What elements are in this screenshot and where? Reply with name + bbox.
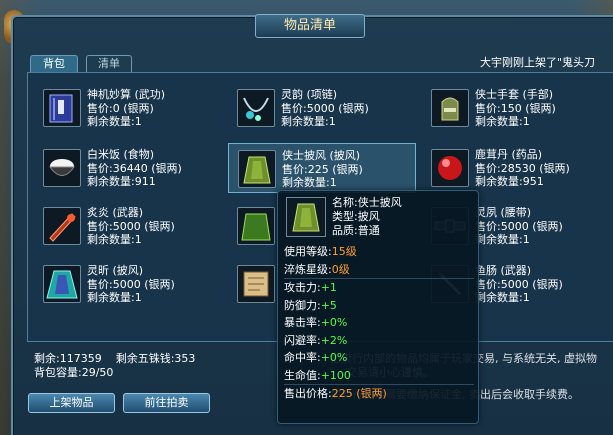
item-name: 炙炎 (武器) — [87, 206, 144, 219]
weapon-icon — [43, 207, 81, 245]
cape-icon — [286, 197, 326, 237]
item-slot[interactable]: 灵韵 (项链) 售价:5000 (银两) 剩余数量:1 — [228, 83, 416, 133]
tooltip-quality: 品质:普通 — [332, 224, 380, 237]
book-icon — [43, 89, 81, 127]
item-name: 白米饭 (食物) — [87, 148, 155, 161]
glove-icon — [431, 89, 469, 127]
backpack-capacity: 背包容量:29/50 — [34, 366, 114, 379]
pill-icon — [431, 149, 469, 187]
item-slot-selected[interactable]: 侠士披风 (披风) 售价:225 (银两) 剩余数量:1 — [228, 143, 416, 193]
item-price: 售价:5000 (银两) — [475, 277, 563, 291]
tooltip-attribute-row: 防御力:+5 — [284, 297, 474, 315]
item-price: 售价:5000 (银两) — [281, 101, 369, 115]
tooltip-attribute-row: 命中率:+0% — [284, 349, 474, 367]
tooltip-attribute-row: 淬炼星级:0级 — [284, 261, 474, 279]
item-qty: 剩余数量:911 — [87, 175, 156, 188]
attribute-value: +5 — [320, 298, 337, 312]
item-price: 售价:36440 (银两) — [87, 161, 182, 175]
remaining-silver: 剩余:117359 — [34, 352, 102, 365]
tooltip-attributes: 使用等级:15级 淬炼星级:0级 攻击力:+1 防御力:+5 暴击率:+0% 闪避率:+2… — [284, 243, 474, 403]
item-slot[interactable]: 炙炎 (武器) 售价:5000 (银两) 剩余数量:1 — [34, 201, 222, 251]
attribute-label: 淬炼星级: — [284, 262, 332, 276]
cloak-icon — [43, 265, 81, 303]
item-qty: 剩余数量:1 — [87, 233, 142, 246]
attribute-value: +0% — [320, 316, 348, 329]
attribute-label: 攻击力: — [284, 281, 321, 294]
attribute-value: +0% — [320, 351, 348, 364]
item-name: 灵夙 (腰带) — [475, 206, 532, 219]
green-cape-icon — [237, 207, 275, 245]
attribute-value: +2% — [320, 333, 348, 347]
item-qty: 剩余数量:1 — [281, 115, 336, 128]
rice-bowl-icon — [43, 149, 81, 187]
attribute-label: 防御力: — [284, 298, 321, 312]
remaining-coins: 剩余五铢钱:353 — [115, 352, 196, 365]
go-auction-button[interactable]: 前往拍卖 — [123, 393, 210, 413]
attribute-value: 15级 — [331, 245, 357, 258]
item-qty: 剩余数量:1 — [282, 176, 337, 189]
tab-backpack[interactable]: 背包 — [30, 55, 78, 72]
scroll-icon — [237, 265, 275, 303]
list-item-button[interactable]: 上架物品 — [28, 393, 115, 413]
item-qty: 剩余数量:1 — [87, 115, 142, 128]
currency-stats: 剩余:117359 剩余五铢钱:353 背包容量:29/50 — [34, 352, 195, 380]
item-price: 售价:5000 (银两) — [87, 277, 175, 291]
item-slot[interactable]: 神机妙算 (武功) 售价:0 (银两) 剩余数量:1 — [34, 83, 222, 133]
tooltip-attribute-row: 闪避率:+2% — [284, 332, 474, 350]
item-name: 侠士披风 (披风) — [282, 149, 361, 162]
item-qty: 剩余数量:951 — [475, 175, 544, 188]
item-name: 神机妙算 (武功) — [87, 88, 166, 101]
marquee-announcement: 大宇刚刚上架了"鬼头刀 — [480, 56, 596, 69]
attribute-label: 命中率: — [284, 351, 321, 364]
attribute-value: +1 — [320, 281, 337, 294]
item-price: 售价:28530 (银两) — [475, 161, 570, 175]
tooltip-attribute-row: 生命值:+100 — [284, 367, 474, 385]
tooltip-attribute-row: 攻击力:+1 — [284, 279, 474, 297]
attribute-label: 售出价格: — [284, 387, 332, 400]
item-qty: 剩余数量:1 — [475, 115, 530, 128]
attribute-value: 225 (银两) — [331, 387, 387, 400]
item-slot[interactable]: 白米饭 (食物) 售价:36440 (银两) 剩余数量:911 — [34, 143, 222, 193]
attribute-label: 暴击率: — [284, 316, 321, 329]
item-price: 售价:5000 (银两) — [87, 219, 175, 233]
item-slot[interactable]: 侠士手套 (手部) 售价:150 (银两) 剩余数量:1 — [422, 83, 610, 133]
cape-icon — [238, 150, 276, 188]
item-slot[interactable]: 灵昕 (披风) 售价:5000 (银两) 剩余数量:1 — [34, 259, 222, 309]
tooltip-type: 类型:披风 — [332, 210, 380, 223]
attribute-value: 0级 — [331, 262, 350, 276]
tooltip-name: 名称:侠士披风 — [332, 196, 402, 209]
item-name: 灵昕 (披风) — [87, 264, 144, 277]
attribute-label: 生命值: — [284, 368, 321, 382]
item-name: 鱼肠 (武器) — [475, 264, 532, 277]
item-price: 售价:150 (银两) — [475, 101, 556, 115]
tooltip-attribute-row: 使用等级:15级 — [284, 243, 474, 261]
tab-list[interactable]: 清单 — [86, 55, 132, 72]
tooltip-attribute-row: 售出价格:225 (银两) — [284, 385, 474, 403]
item-name: 鹿茸丹 (药品) — [475, 148, 543, 161]
item-price: 售价:0 (银两) — [87, 101, 154, 115]
tooltip-attribute-row: 暴击率:+0% — [284, 314, 474, 332]
item-name: 灵韵 (项链) — [281, 88, 338, 101]
attribute-value: +100 — [320, 368, 351, 382]
item-tooltip: 名称:侠士披风 类型:披风 品质:普通 使用等级:15级 淬炼星级:0级 攻击力:+… — [277, 190, 479, 424]
necklace-icon — [237, 89, 275, 127]
attribute-label: 使用等级: — [284, 245, 332, 258]
item-price: 售价:225 (银两) — [282, 162, 363, 176]
item-qty: 剩余数量:1 — [87, 291, 142, 304]
item-qty: 剩余数量:1 — [475, 233, 530, 246]
item-price: 售价:5000 (银两) — [475, 219, 563, 233]
item-qty: 剩余数量:1 — [475, 291, 530, 304]
item-name: 侠士手套 (手部) — [475, 88, 554, 101]
game-scene: 物品清单 背包 清单 大宇刚刚上架了"鬼头刀 神机妙算 (武功) 售价:0 (银两… — [0, 0, 613, 435]
item-slot[interactable]: 鹿茸丹 (药品) 售价:28530 (银两) 剩余数量:951 — [422, 143, 610, 193]
window-title: 物品清单 — [255, 14, 365, 38]
attribute-label: 闪避率: — [284, 333, 321, 347]
